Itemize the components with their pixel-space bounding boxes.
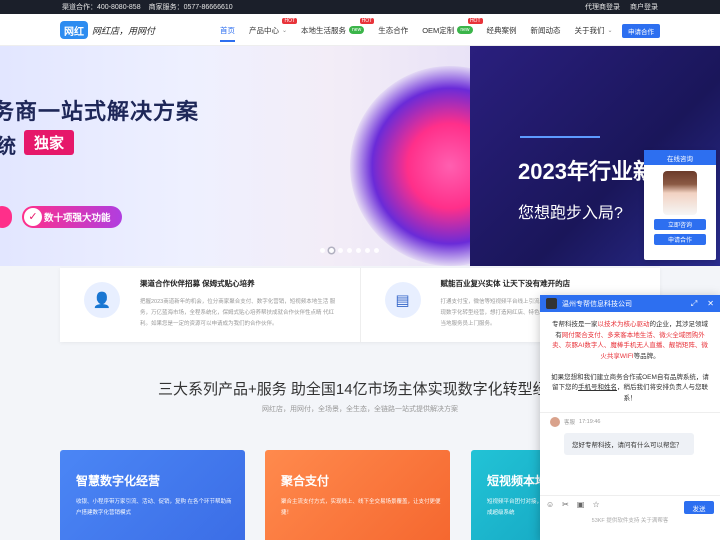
- intro-highlight: 以技术为核心驱动: [597, 321, 650, 328]
- powered-by-text: 53KF 提供软件支持 关于满帮客: [591, 518, 669, 524]
- nav-label: 经典案例: [486, 25, 517, 35]
- nav-label: 关于我们: [574, 25, 605, 35]
- top-bar: 渠道合作：400-8080-858 商家服务：0577-86666610 代理商…: [0, 0, 720, 14]
- close-icon[interactable]: ✕: [707, 299, 714, 309]
- new-badge: new: [349, 26, 365, 34]
- chat-header: 温州专帮信息科技公司 ⤢ ✕: [540, 295, 720, 312]
- feature-desc: 把握2023商道新年的机会，位分商家聚合支付、数字化营销，短视频本地生活 服务，…: [140, 299, 336, 327]
- chat-input-area[interactable]: ☺ ✂ ▣ ☆ 发送 53KF 提供软件支持 关于满帮客: [540, 495, 720, 540]
- intro-text: 等品牌。: [633, 352, 660, 360]
- nav-item-news[interactable]: 新闻动态: [531, 14, 561, 46]
- nav-item-ecology[interactable]: 生态合作: [378, 14, 408, 46]
- chevron-down-icon: ⌄: [282, 27, 288, 34]
- agent-name: 客服: [564, 420, 576, 426]
- carousel-dot-active[interactable]: [329, 248, 334, 253]
- minimize-icon[interactable]: ⤢: [691, 299, 697, 309]
- chat-intro: 专帮科技是一家以技术为核心驱动的企业，其涉足领域有网付聚合支付、多来客本地生活、…: [540, 312, 720, 404]
- intro-text: ，稍后我们将安排负责人与您联系！: [617, 384, 708, 402]
- carousel-dot[interactable]: [347, 248, 352, 253]
- message-bubble: 您好专帮科技，请问有什么可以帮您？: [564, 433, 694, 455]
- exclusive-badge: 独家: [24, 130, 75, 155]
- hero-banner[interactable]: 务商一站式解决方案 统 独家 ✓ 数十项强大功能 2023年行业新风口 您想跑步…: [0, 46, 720, 266]
- divider: [540, 412, 720, 413]
- hot-badge: HOT: [467, 18, 483, 24]
- product-card-payment[interactable]: 聚合支付 聚合主流支付方式，实现线上、线下全交易场景覆盖，让支付更便捷！: [265, 450, 450, 540]
- nav-item-cases[interactable]: 经典案例: [487, 14, 517, 46]
- apply-cooperation-button[interactable]: 申请合作: [622, 24, 660, 38]
- carousel-dot[interactable]: [374, 248, 379, 253]
- hot-badge: HOT: [282, 18, 298, 24]
- banner-right-subtitle: 您想跑步入局?: [518, 205, 623, 222]
- feature-title: 赋能百业复兴实体 让天下没有难开的店: [440, 279, 571, 288]
- consultant-avatar: [663, 171, 697, 215]
- product-desc: 聚合主流支付方式，实现线上、线下全交易场景覆盖，让支付更便捷！: [281, 499, 441, 516]
- nav-item-local-life[interactable]: 本地生活服务 new HOT: [301, 14, 375, 46]
- consult-apply-button[interactable]: 申请合作: [654, 234, 706, 245]
- consult-title: 在线咨询: [644, 150, 716, 165]
- carousel-dot[interactable]: [320, 248, 325, 253]
- section-subtitle: 网红店，用网付，全场景，全生态，全链路一站式提供解决方案: [262, 406, 458, 413]
- nav-label: OEM定制: [422, 25, 455, 35]
- chevron-down-icon: ⌄: [607, 27, 613, 34]
- intro-brands: 网付聚合支付、多来客本地生活、微火全域团购外卖、灰豚AI数字人、魔棒手机无人直播…: [552, 331, 708, 360]
- nav-label: 本地生活服务: [301, 25, 347, 35]
- site-logo[interactable]: 网红 网红店，用网付: [60, 21, 155, 39]
- main-nav: 网红 网红店，用网付 首页 产品中心 ⌄ HOT 本地生活服务 new HOT 生态合作…: [0, 14, 720, 46]
- accent-line: [520, 136, 600, 138]
- nav-item-about[interactable]: 关于我们 ⌄: [575, 14, 613, 46]
- carousel-dot[interactable]: [338, 248, 343, 253]
- message-time: 17:19:46: [579, 419, 601, 425]
- emoji-icon[interactable]: ☺: [546, 500, 554, 509]
- logo-slogan: 网红店，用网付: [92, 26, 156, 37]
- intro-underline: 手机号和姓名: [578, 384, 617, 391]
- nav-label: 首页: [220, 25, 235, 35]
- chat-message: 客服 17:19:46 您好专帮科技，请问有什么可以帮您？: [548, 417, 713, 455]
- section-title: 三大系列产品+服务 助全国14亿市场主体实现数字化转型经: [158, 381, 548, 398]
- consult-now-button[interactable]: 立即咨询: [654, 219, 706, 230]
- merchant-login-link[interactable]: 商户登录: [630, 2, 658, 12]
- product-title: 智慧数字化经营: [76, 474, 161, 488]
- chat-company-name: 温州专帮信息科技公司: [562, 300, 632, 308]
- service-text: 商家服务：0577-86666610: [148, 4, 233, 11]
- nav-item-oem[interactable]: OEM定制 new HOT: [422, 14, 483, 46]
- features-pill: ✓ 数十项强大功能: [22, 206, 122, 228]
- product-desc: 收银、小程序带万家引流、活动、促销，复购 在各个环节帮助商户搭建数字化营销模式: [76, 499, 232, 516]
- carousel-dots: [320, 248, 379, 253]
- carousel-dot[interactable]: [365, 248, 370, 253]
- features-pill-label: 数十项强大功能: [44, 213, 111, 224]
- send-button[interactable]: 发送: [684, 501, 714, 514]
- nav-label: 生态合作: [378, 25, 409, 35]
- agent-avatar: [550, 417, 560, 427]
- product-card-digital[interactable]: 智慧数字化经营 收银、小程序带万家引流、活动、促销，复购 在各个环节帮助商户搭建…: [60, 450, 245, 540]
- person-icon: 👤: [84, 282, 120, 318]
- nav-item-products[interactable]: 产品中心 ⌄ HOT: [249, 14, 298, 46]
- document-icon: ▤: [384, 282, 421, 318]
- scissors-icon[interactable]: ✂: [562, 500, 569, 509]
- star-icon[interactable]: ☆: [592, 500, 599, 509]
- nav-label: 产品中心: [249, 25, 279, 35]
- company-logo-icon: [546, 298, 557, 309]
- folder-icon[interactable]: ▣: [577, 500, 585, 509]
- feature-card[interactable]: 👤 渠道合作伙伴招募 保姆式贴心培养 把握2023商道新年的机会，位分商家聚合支…: [60, 268, 360, 342]
- chat-window: 温州专帮信息科技公司 ⤢ ✕ 专帮科技是一家以技术为核心驱动的企业，其涉足领域有…: [540, 295, 720, 540]
- check-icon: ✓: [24, 208, 42, 226]
- hotline-text: 渠道合作：400-8080-858: [62, 4, 141, 11]
- nav-menu: 首页 产品中心 ⌄ HOT 本地生活服务 new HOT 生态合作 OEM定制 new HO…: [220, 14, 627, 46]
- nav-item-home[interactable]: 首页: [220, 14, 235, 46]
- hot-badge: HOT: [359, 18, 375, 24]
- feature-title: 渠道合作伙伴招募 保姆式贴心培养: [140, 279, 255, 288]
- online-consult-card: 在线咨询 立即咨询 申请合作: [644, 150, 716, 260]
- banner-left-subtitle: 统: [0, 136, 16, 158]
- nav-label: 新闻动态: [530, 25, 561, 35]
- new-badge: new: [457, 26, 473, 34]
- product-title: 聚合支付: [281, 474, 330, 488]
- logo-mark: 网红: [60, 21, 88, 39]
- intro-text: 专帮科技是一家: [552, 321, 598, 328]
- agent-login-link[interactable]: 代理商登录: [585, 2, 620, 12]
- banner-left-title: 务商一站式解决方案: [0, 99, 200, 124]
- carousel-dot[interactable]: [356, 248, 361, 253]
